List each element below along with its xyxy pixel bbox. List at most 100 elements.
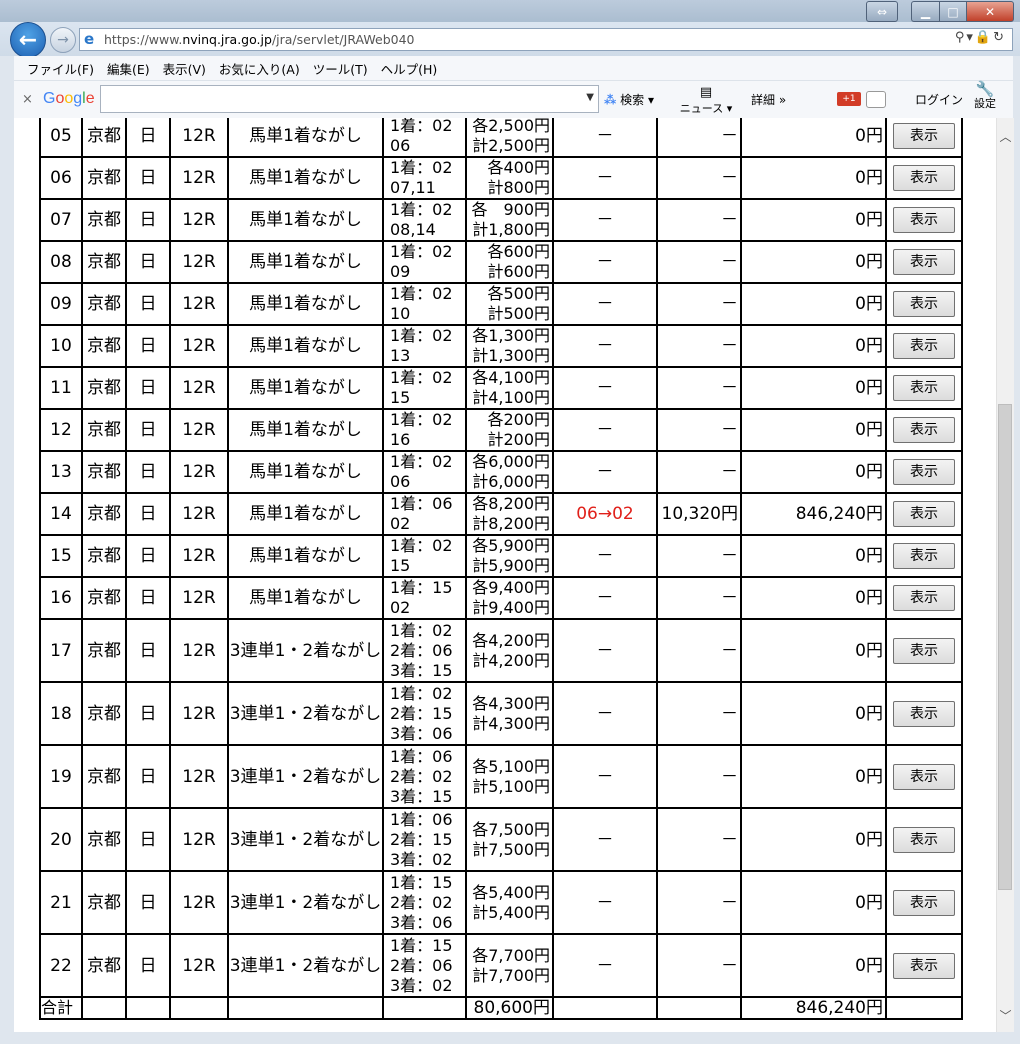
racecourse: 京都	[83, 410, 125, 450]
menu-view[interactable]: 表示(V)	[163, 59, 206, 78]
show-button[interactable]: 表示	[893, 459, 955, 485]
close-toolbar-icon[interactable]: ×	[22, 92, 33, 107]
combination-line: 02	[390, 598, 411, 617]
combination-line: 10	[390, 304, 411, 323]
vertical-scrollbar[interactable]: ︿ ﹀	[996, 118, 1014, 1032]
amount-line: 各5,900円	[472, 536, 550, 555]
race-day: 日	[127, 536, 169, 576]
menu-file[interactable]: ファイル(F)	[27, 59, 94, 78]
combination-line: 3着：02	[390, 849, 453, 869]
bet-type: 馬単1着ながし	[229, 410, 382, 450]
search-lock-refresh-icons[interactable]: ⚲▾🔒↻	[955, 30, 1006, 45]
scroll-down-icon[interactable]: ﹀	[997, 1007, 1014, 1024]
chevron-down-icon[interactable]: ▼	[586, 92, 594, 103]
race-number: 12R	[171, 935, 227, 996]
show-cell: 表示	[887, 494, 961, 534]
show-button[interactable]: 表示	[893, 501, 955, 527]
racecourse: 京都	[83, 746, 125, 807]
race-number: 12R	[171, 683, 227, 744]
close-window-button[interactable]: ✕	[966, 1, 1014, 22]
minimize-button[interactable]: ▁	[911, 1, 940, 22]
hit-combination: 06→02	[554, 494, 656, 534]
table-row: 11 京都日 12R 馬単1着ながし 1着：02 15 各4,100円 計4,100円－－ 0円…	[41, 368, 961, 408]
settings-button[interactable]: 🔧 設定	[974, 82, 996, 111]
google-plus-one-button[interactable]: +1	[837, 92, 861, 106]
maximize-button[interactable]: □	[939, 1, 967, 22]
odds-payout: －	[658, 746, 740, 807]
refund-amount: 0円	[742, 284, 885, 324]
show-button[interactable]: 表示	[893, 207, 955, 233]
show-button[interactable]: 表示	[893, 417, 955, 443]
amount-line: 各6,000円	[472, 452, 550, 471]
row-number: 07	[41, 200, 81, 240]
race-number: 12R	[171, 494, 227, 534]
race-number: 12R	[171, 368, 227, 408]
combination-line: 2着：02	[390, 766, 453, 786]
scroll-up-icon[interactable]: ︿	[997, 128, 1014, 145]
bet-combination: 1着：02 06	[384, 452, 465, 492]
show-button[interactable]: 表示	[893, 543, 955, 569]
row-number: 22	[41, 935, 81, 996]
show-button[interactable]: 表示	[893, 291, 955, 317]
show-cell: 表示	[887, 326, 961, 366]
detail-button[interactable]: 詳細 »	[751, 91, 786, 108]
hit-combination: －	[554, 242, 656, 282]
show-button[interactable]: 表示	[893, 826, 955, 853]
show-button[interactable]: 表示	[893, 123, 955, 149]
scrollbar-thumb[interactable]	[998, 404, 1012, 890]
resize-icon[interactable]: ⇔	[866, 1, 898, 22]
amount-line: 各4,300円	[472, 693, 550, 713]
bet-combination: 1着：02 2着：06 3着：15	[384, 620, 465, 681]
show-cell: 表示	[887, 368, 961, 408]
back-button[interactable]: ←	[10, 22, 46, 58]
table-row: 21 京都日 12R 3連単1・2着ながし 1着：15 2着：02 3着：06 各5,400円…	[41, 872, 961, 933]
show-button[interactable]: 表示	[893, 700, 955, 727]
show-cell: 表示	[887, 242, 961, 282]
address-bar[interactable]: e https://www.nvinq.jra.go.jp/jra/servle…	[79, 28, 1013, 51]
url-text[interactable]: https://www.nvinq.jra.go.jp/jra/servlet/…	[104, 32, 415, 47]
show-button[interactable]: 表示	[893, 889, 955, 916]
row-number: 19	[41, 746, 81, 807]
odds-payout: －	[658, 368, 740, 408]
bet-amount: 各7,500円 計7,500円	[467, 809, 552, 870]
show-button[interactable]: 表示	[893, 333, 955, 359]
news-button[interactable]: ▤ ニュース ▾	[677, 85, 735, 117]
amount-line: 計2,500円	[472, 136, 550, 155]
menu-help[interactable]: ヘルプ(H)	[381, 59, 438, 78]
bet-type: 馬単1着ながし	[229, 158, 382, 198]
refund-amount: 0円	[742, 200, 885, 240]
amount-line: 計8,200円	[472, 514, 550, 533]
google-toolbar: × Google ▼ ⁂ 検索 ▾ ▤ ニュース ▾ 詳細 » +1 ログイン 🔧…	[14, 80, 1020, 119]
bet-amount: 各2,500円 計2,500円	[467, 118, 552, 156]
show-button[interactable]: 表示	[893, 165, 955, 191]
login-button[interactable]: ログイン	[915, 91, 963, 108]
hit-combination: －	[554, 200, 656, 240]
google-search-input[interactable]: ▼	[100, 85, 599, 113]
combination-line: 1着：02	[390, 620, 453, 640]
refund-amount: 0円	[742, 242, 885, 282]
combination-line: 07,11	[390, 178, 436, 197]
table-row: 19 京都日 12R 3連単1・2着ながし 1着：06 2着：02 3着：15 各5,100円…	[41, 746, 961, 807]
amount-line: 各7,500円	[472, 819, 550, 839]
show-button[interactable]: 表示	[893, 952, 955, 979]
forward-button[interactable]: →	[50, 27, 76, 53]
bet-type: 3連単1・2着ながし	[229, 809, 382, 870]
odds-payout: －	[658, 935, 740, 996]
google-colors-icon: ⁂	[604, 93, 617, 107]
show-button[interactable]: 表示	[893, 249, 955, 275]
menu-favorites[interactable]: お気に入り(A)	[219, 59, 300, 78]
bet-amount: 各 900円 計1,800円	[467, 200, 552, 240]
show-button[interactable]: 表示	[893, 585, 955, 611]
google-search-button[interactable]: ⁂ 検索 ▾	[604, 91, 654, 108]
bet-type: 馬単1着ながし	[229, 368, 382, 408]
plus-one-toggle[interactable]	[866, 91, 886, 108]
show-button[interactable]: 表示	[893, 637, 955, 664]
menu-edit[interactable]: 編集(E)	[107, 59, 150, 78]
race-day: 日	[127, 746, 169, 807]
menu-tools[interactable]: ツール(T)	[313, 59, 368, 78]
page-content: 05 京都日 12R 馬単1着ながし 1着：02 06 各2,500円 計2,500円－－ 0円…	[14, 118, 996, 1032]
show-button[interactable]: 表示	[893, 375, 955, 401]
hit-combination: －	[554, 118, 656, 156]
amount-line: 計500円	[487, 304, 550, 323]
show-button[interactable]: 表示	[893, 763, 955, 790]
